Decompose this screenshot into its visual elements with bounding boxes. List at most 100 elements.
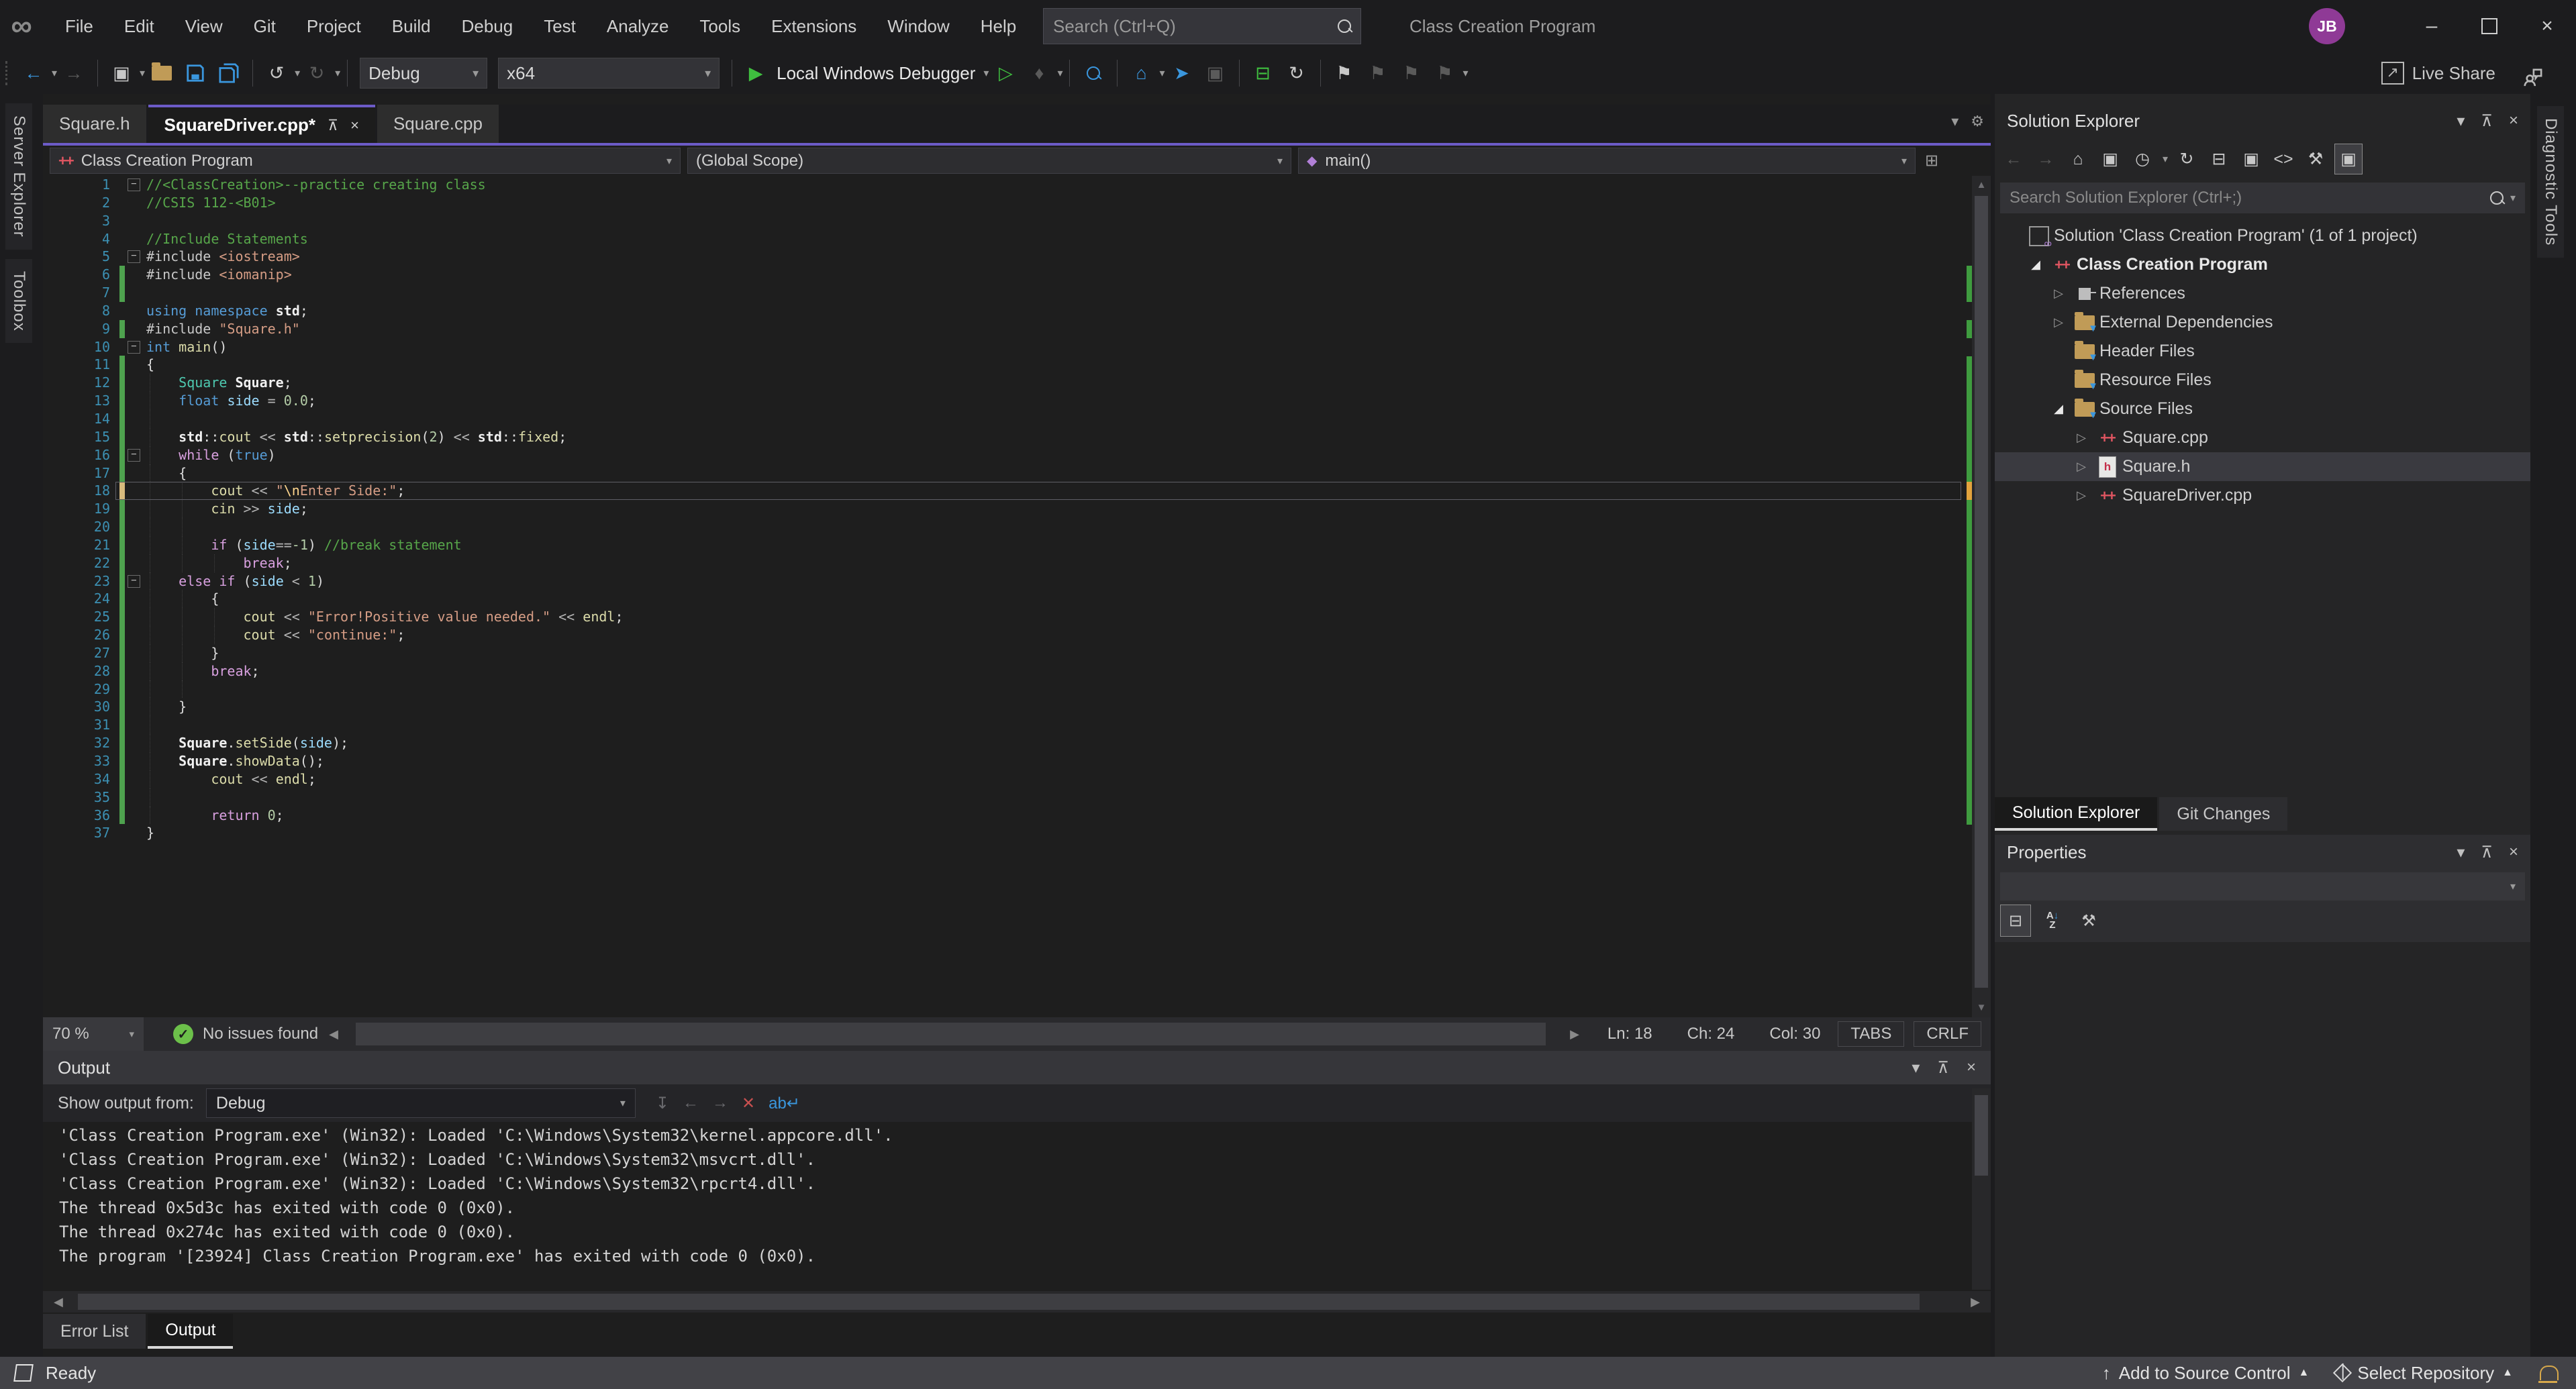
menu-help[interactable]: Help	[965, 0, 1032, 52]
close-icon[interactable]: ×	[350, 117, 359, 134]
code-line[interactable]: 9#include "Square.h"	[43, 320, 1991, 338]
member-dropdown[interactable]: ◆ main() ▾	[1298, 148, 1916, 174]
pin-icon[interactable]: ⊼	[328, 117, 338, 134]
code-line[interactable]: 32 Square.setSide(side);	[43, 734, 1991, 752]
new-file-dropdown-icon[interactable]: ▾	[140, 66, 145, 80]
feedback-button[interactable]	[2517, 62, 2548, 93]
menu-test[interactable]: Test	[528, 0, 591, 52]
code-line[interactable]: 25 cout << "Error!Positive value needed.…	[43, 608, 1991, 626]
scroll-left-icon[interactable]: ◀	[43, 1295, 74, 1309]
show-all-files-icon[interactable]: ▣	[2334, 144, 2363, 174]
window-position-dropdown-icon[interactable]: ▾	[1912, 1058, 1920, 1078]
properties-object-dropdown[interactable]: ▾	[2000, 872, 2525, 901]
properties-shortcut-icon[interactable]: ▣	[2238, 144, 2265, 174]
sync-with-active-document-icon[interactable]: ↻	[2173, 144, 2200, 174]
output-horizontal-scrollbar[interactable]: ◀ ▶	[43, 1291, 1991, 1313]
document-list-dropdown-icon[interactable]: ▾	[1951, 113, 1959, 130]
back-dropdown-icon[interactable]: ▾	[52, 66, 57, 80]
notifications-bell-icon[interactable]	[2540, 1366, 2559, 1380]
collapse-all-icon[interactable]: ⊟	[2206, 144, 2232, 174]
code-line[interactable]: 3	[43, 212, 1991, 230]
collapse-icon[interactable]: −	[128, 575, 140, 588]
alphabetical-sort-icon[interactable]: A↓Z	[2038, 905, 2067, 936]
fold-margin[interactable]: −	[125, 176, 146, 194]
add-to-source-control-button[interactable]: ↑ Add to Source Control ▲	[2102, 1363, 2310, 1384]
chevron-collapsed-icon[interactable]: ▷	[2070, 488, 2093, 503]
toolbox-tab[interactable]: Toolbox	[5, 259, 32, 344]
close-icon[interactable]: ×	[2509, 843, 2518, 862]
pin-icon[interactable]: ⊼	[1937, 1058, 1949, 1078]
split-editor-icon[interactable]: ⊞	[1925, 151, 1938, 170]
code-line[interactable]: 16− while (true)	[43, 446, 1991, 464]
previous-message-icon[interactable]: ←	[683, 1094, 699, 1113]
menu-build[interactable]: Build	[377, 0, 446, 52]
code-line[interactable]: 29	[43, 680, 1991, 699]
code-line[interactable]: 23− else if (side < 1)	[43, 572, 1991, 590]
code-line[interactable]: 14	[43, 410, 1991, 428]
code-line[interactable]: 10−int main()	[43, 338, 1991, 356]
code-line[interactable]: 7	[43, 284, 1991, 302]
user-avatar[interactable]: JB	[2309, 8, 2345, 44]
close-icon[interactable]: ×	[1967, 1058, 1976, 1078]
code-line[interactable]: 13 float side = 0.0;	[43, 392, 1991, 410]
tabs-spaces-toggle[interactable]: TABS	[1838, 1021, 1904, 1047]
view-code-icon[interactable]: <>	[2270, 144, 2297, 174]
code-line[interactable]: 36 return 0;	[43, 807, 1991, 825]
bottom-tab-output[interactable]: Output	[148, 1314, 233, 1349]
minimize-button[interactable]: –	[2403, 0, 2461, 52]
chevron-collapsed-icon[interactable]: ▷	[2070, 431, 2093, 445]
code-line[interactable]: 34 cout << endl;	[43, 770, 1991, 788]
code-line[interactable]: 31	[43, 716, 1991, 734]
code-line[interactable]: 21 if (side==-1) //break statement	[43, 536, 1991, 554]
word-wrap-icon[interactable]: ab↵	[769, 1094, 800, 1113]
search-input[interactable]: Search (Ctrl+Q)	[1043, 8, 1361, 44]
code-line[interactable]: 20	[43, 518, 1991, 536]
window-position-dropdown-icon[interactable]: ▾	[2457, 843, 2465, 862]
platform-dropdown[interactable]: x64 ▾	[498, 58, 720, 89]
se-home-icon[interactable]: ⌂	[2065, 144, 2091, 174]
clear-bookmarks-button[interactable]: ⚑	[1430, 58, 1460, 89]
se-forward-icon[interactable]: →	[2032, 144, 2059, 174]
undo-button[interactable]: ↺	[261, 58, 292, 89]
cursor-tool-button[interactable]: ➤	[1167, 58, 1197, 89]
code-line[interactable]: 28 break;	[43, 662, 1991, 680]
diagnostic-tools-tab[interactable]: Diagnostic Tools	[2537, 106, 2564, 258]
scroll-down-icon[interactable]: ▼	[1972, 998, 1991, 1017]
code-line[interactable]: 30 }	[43, 698, 1991, 716]
toggle-bookmark-button[interactable]: ⚑	[1329, 58, 1360, 89]
tree-item[interactable]: ▷▼External Dependencies	[1995, 308, 2530, 337]
code-editor[interactable]: 1−//<ClassCreation>--practice creating c…	[43, 176, 1991, 1017]
previous-bookmark-button[interactable]: ⚑	[1363, 58, 1393, 89]
properties-wrench-icon[interactable]: ⚒	[2302, 144, 2329, 174]
menu-debug[interactable]: Debug	[446, 0, 529, 52]
filter-dropdown-icon[interactable]: ▾	[2163, 152, 2168, 166]
close-button[interactable]: ×	[2518, 0, 2576, 52]
zoom-dropdown[interactable]: 70 % ▾	[43, 1017, 144, 1051]
select-repository-button[interactable]: Select Repository ▲	[2336, 1363, 2513, 1384]
code-line[interactable]: 24 {	[43, 590, 1991, 608]
start-debugging-button[interactable]: ▶	[740, 58, 771, 89]
scroll-right-icon[interactable]: ▶	[1559, 1027, 1590, 1041]
restore-button[interactable]	[2461, 0, 2518, 52]
switch-views-icon[interactable]: ▣	[2097, 144, 2124, 174]
code-line[interactable]: 5−#include <iostream>	[43, 248, 1991, 266]
project-dropdown[interactable]: ++ Class Creation Program ▾	[50, 148, 681, 174]
menu-window[interactable]: Window	[872, 0, 964, 52]
scroll-left-icon[interactable]: ◀	[318, 1027, 349, 1041]
scrollbar-thumb[interactable]	[1975, 1095, 1988, 1176]
bookmarks-dropdown-icon[interactable]: ▾	[1463, 66, 1469, 80]
menu-analyze[interactable]: Analyze	[591, 0, 685, 52]
comment-button[interactable]: ↻	[1281, 58, 1312, 89]
chevron-collapsed-icon[interactable]: ▷	[2047, 287, 2070, 301]
scrollbar-thumb[interactable]	[356, 1023, 1546, 1045]
editor-tab[interactable]: Square.h	[43, 105, 146, 143]
code-line[interactable]: 26 cout << "continue:";	[43, 626, 1991, 644]
panel-tab-git-changes[interactable]: Git Changes	[2159, 797, 2287, 831]
tree-item[interactable]: ◢++Class Creation Program	[1995, 250, 2530, 279]
collapse-icon[interactable]: −	[128, 449, 140, 462]
undo-dropdown-icon[interactable]: ▾	[295, 66, 300, 80]
find-in-files-button[interactable]	[1078, 58, 1109, 89]
menu-edit[interactable]: Edit	[109, 0, 170, 52]
code-line[interactable]: 37}	[43, 824, 1991, 842]
start-without-debugging-button[interactable]: ▷	[990, 58, 1021, 89]
